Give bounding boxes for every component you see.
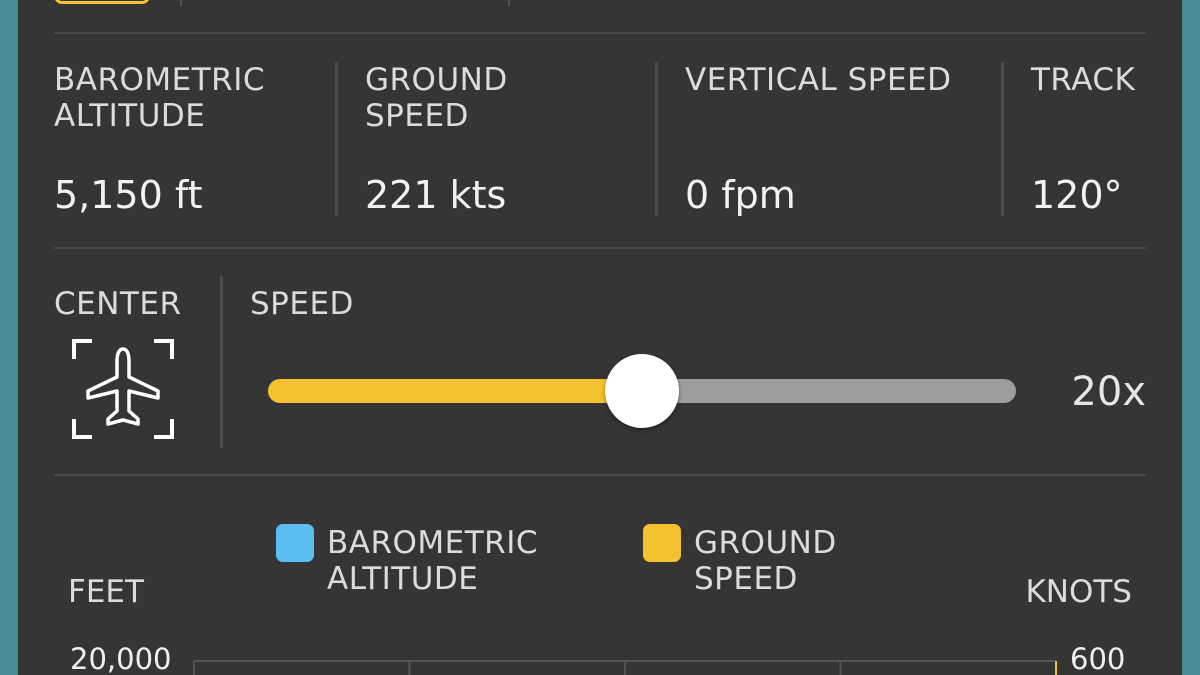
chart-frame xyxy=(193,660,1057,675)
flight-info-panel: BAROMETRIC ALTITUDE 5,150 ft GROUND SPEE… xyxy=(18,0,1182,675)
